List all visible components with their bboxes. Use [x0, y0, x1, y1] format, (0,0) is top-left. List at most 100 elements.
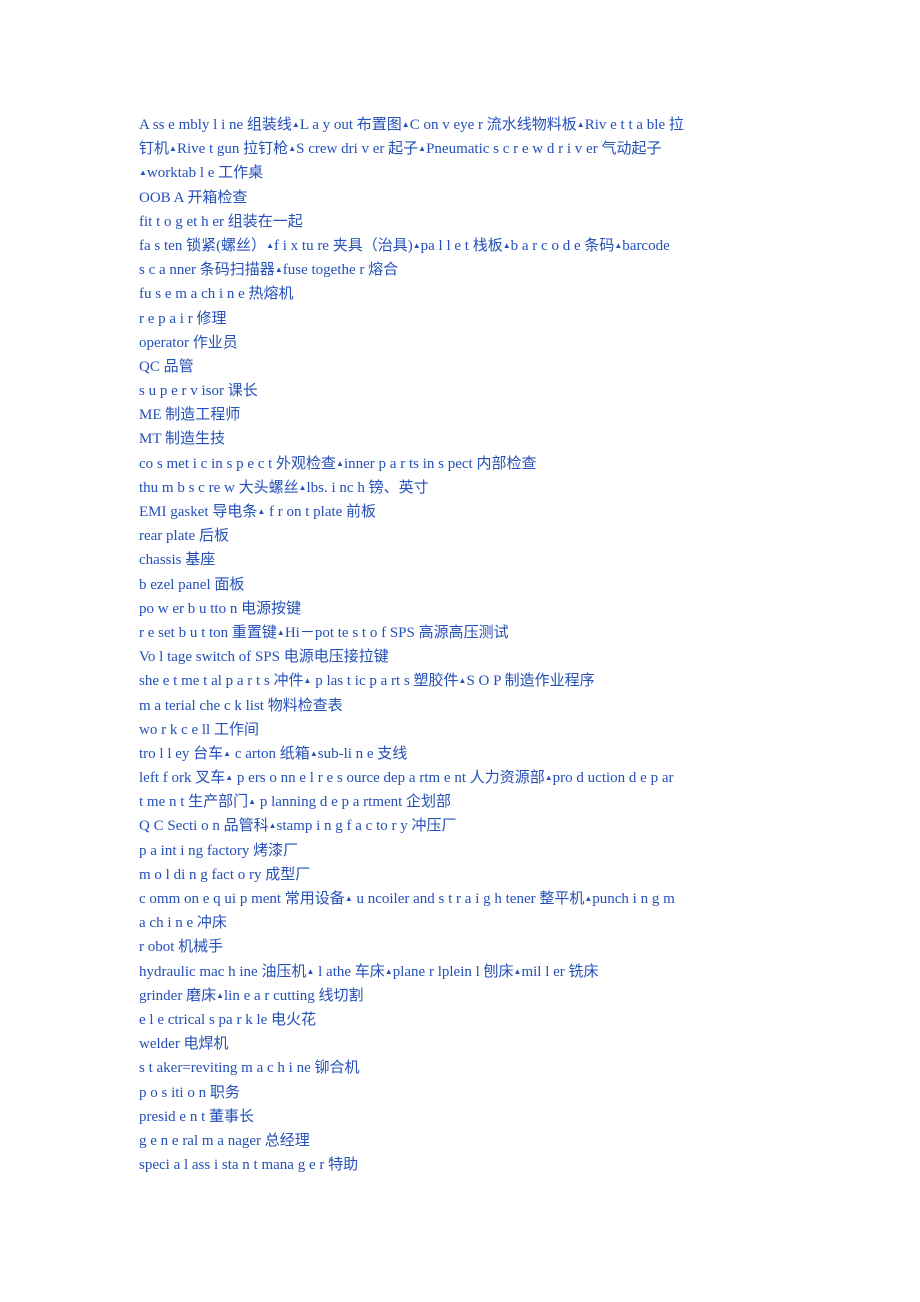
- term-text: 钉机: [139, 141, 170, 158]
- triangle-marker-icon: ▲: [216, 990, 224, 1000]
- triangle-marker-icon: ▲: [384, 966, 393, 976]
- term-text: rear plate 后板: [139, 528, 229, 545]
- term-text: p las t ic p a rt s 塑胶件: [311, 673, 459, 690]
- term-text: grinder 磨床: [139, 987, 217, 1004]
- term-text: punch i n g m: [592, 891, 675, 907]
- text-line: g e n e ral m a nager 总经理: [139, 1129, 789, 1153]
- term-text: Q C Secti o n 品管科: [139, 818, 269, 835]
- triangle-marker-icon: ▲: [274, 265, 283, 275]
- term-text: barcode: [622, 237, 670, 254]
- term-text: po w er b u tto n 电源按键: [139, 600, 302, 617]
- text-line: r obot 机械手: [139, 935, 789, 959]
- term-text: b ezel panel 面板: [139, 576, 245, 593]
- term-text: Pneumatic s c r e w d r i v er 气动起子: [426, 141, 662, 158]
- text-line: fa s ten 锁紧(螺丝）▲f i x tu re 夹具（治具)▲pa l …: [139, 234, 789, 258]
- text-line: Q C Secti o n 品管科▲stamp i n g f a c to r…: [139, 814, 789, 838]
- term-text: sub-li n e 支线: [317, 745, 408, 762]
- text-line: she e t me t al p a r t s 冲件▲ p las t ic…: [139, 669, 789, 693]
- triangle-marker-icon: ▲: [412, 240, 421, 250]
- triangle-marker-icon: ▲: [225, 773, 234, 783]
- term-text: thu m b s c re w 大头螺丝: [139, 479, 299, 496]
- text-line: operator 作业员: [139, 331, 789, 355]
- term-text: Riv e t t a ble 拉: [584, 117, 684, 133]
- triangle-marker-icon: ▲: [276, 627, 285, 637]
- term-text: f r on t plate 前板: [265, 504, 377, 520]
- term-text: EMI gasket 导电条: [139, 504, 258, 520]
- term-text: r obot 机械手: [139, 939, 224, 956]
- text-line: m o l di n g fact o ry 成型厂: [139, 863, 789, 887]
- triangle-marker-icon: ▲: [139, 168, 147, 178]
- term-text: p a int i ng factory 烤漆厂: [139, 842, 299, 859]
- term-text: co s met i c in s p e c t 外观检查: [139, 455, 337, 472]
- term-text: b a r c o d e 条码: [510, 237, 615, 254]
- text-line: Vo l tage switch of SPS 电源电压接拉键: [139, 645, 789, 669]
- triangle-marker-icon: ▲: [268, 821, 277, 831]
- term-text: inner p a r ts in s pect 内部检查: [343, 455, 537, 472]
- term-text: QC 品管: [139, 358, 194, 375]
- text-line: thu m b s c re w 大头螺丝▲lbs. i nc h 镑、英寸: [139, 476, 789, 500]
- term-text: presid e n t 董事长: [139, 1108, 254, 1125]
- text-line: r e set b u t ton 重置键▲Hi－pot te s t o f …: [139, 621, 789, 645]
- term-text: f i x tu re 夹具（治具): [273, 237, 413, 254]
- text-line: 钉机▲Rive t gun 拉钉枪▲S crew dri v er 起子▲Pne…: [139, 137, 789, 161]
- term-text: hydraulic mac h ine 油压机: [139, 963, 307, 980]
- text-line: b ezel panel 面板: [139, 573, 789, 597]
- text-line: p o s iti o n 职务: [139, 1081, 789, 1105]
- text-line: QC 品管: [139, 355, 789, 379]
- term-text: e l e ctrical s pa r k le 电火花: [139, 1011, 317, 1028]
- text-line: hydraulic mac h ine 油压机▲ l athe 车床▲plane…: [139, 960, 789, 984]
- term-text: s t aker=reviting m a c h i ne 铆合机: [139, 1060, 360, 1077]
- triangle-marker-icon: ▲: [169, 144, 177, 154]
- text-line: chassis 基座: [139, 548, 789, 572]
- term-text: u ncoiler and s t r a i g h tener 整平机: [352, 891, 585, 907]
- term-text: a ch i n e 冲床: [139, 915, 227, 932]
- term-text: ME 制造工程师: [139, 407, 241, 424]
- text-line: a ch i n e 冲床: [139, 911, 789, 935]
- term-text: c arton 纸箱: [231, 745, 310, 762]
- text-line: c omm on e q ui p ment 常用设备▲ u ncoiler a…: [139, 887, 789, 911]
- term-text: S crew dri v er 起子: [296, 141, 419, 158]
- term-text: l athe 车床: [314, 963, 385, 980]
- term-text: stamp i n g f a c to r y 冲压厂: [276, 818, 457, 835]
- text-line: co s met i c in s p e c t 外观检查▲inner p a…: [139, 452, 789, 476]
- text-line: tro l l ey 台车▲ c arton 纸箱▲sub-li n e 支线: [139, 742, 789, 766]
- text-line: s t aker=reviting m a c h i ne 铆合机: [139, 1056, 789, 1080]
- term-text: she e t me t al p a r t s 冲件: [139, 673, 304, 690]
- triangle-marker-icon: ▲: [344, 894, 353, 903]
- term-text: pro d uction d e p ar: [552, 770, 674, 787]
- triangle-marker-icon: ▲: [291, 120, 300, 129]
- term-text: speci a l ass i sta n t mana g e r 特助: [139, 1157, 359, 1174]
- text-line: presid e n t 董事长: [139, 1105, 789, 1129]
- triangle-marker-icon: ▲: [418, 144, 427, 154]
- text-line: MT 制造生技: [139, 427, 789, 451]
- term-text: Rive t gun 拉钉枪: [176, 141, 289, 158]
- term-text: C on v eye r 流水线物料板: [409, 117, 577, 133]
- text-line: s c a nner 条码扫描器▲fuse togethe r 熔合: [139, 258, 789, 282]
- term-text: wo r k c e ll 工作间: [139, 721, 259, 738]
- term-text: s u p e r v isor 课长: [139, 383, 258, 400]
- term-text: left f ork 叉车: [139, 770, 226, 787]
- term-text: fa s ten 锁紧(螺丝）: [139, 237, 267, 254]
- term-text: t me n t 生产部门: [139, 794, 249, 811]
- text-line: welder 电焊机: [139, 1032, 789, 1056]
- term-text: A ss e mbly l i ne 组装线: [139, 117, 292, 133]
- term-text: OOB A 开箱检查: [139, 189, 248, 206]
- text-line: ▲worktab l e 工作桌: [139, 161, 789, 185]
- term-text: Hi－pot te s t o f SPS 高源高压测试: [284, 624, 509, 641]
- term-text: p lanning d e p a rtment 企划部: [256, 794, 452, 811]
- triangle-marker-icon: ▲: [576, 120, 585, 129]
- term-text: Vo l tage switch of SPS 电源电压接拉键: [139, 649, 389, 666]
- text-line: e l e ctrical s pa r k le 电火花: [139, 1008, 789, 1032]
- triangle-marker-icon: ▲: [223, 748, 232, 758]
- text-line: t me n t 生产部门▲ p lanning d e p a rtment …: [139, 790, 789, 814]
- term-text: fuse togethe r 熔合: [282, 262, 399, 279]
- term-text: s c a nner 条码扫描器: [139, 262, 275, 279]
- term-text: fit t o g et h er 组装在一起: [139, 213, 303, 230]
- text-line: po w er b u tto n 电源按键: [139, 597, 789, 621]
- text-line: left f ork 叉车▲ p ers o nn e l r e s ourc…: [139, 766, 789, 790]
- text-line: r e p a i r 修理: [139, 307, 789, 331]
- term-text: tro l l ey 台车: [139, 745, 224, 762]
- term-text: lin e a r cutting 线切割: [224, 987, 364, 1004]
- term-text: pa l l e t 栈板: [420, 237, 503, 254]
- text-line: ME 制造工程师: [139, 403, 789, 427]
